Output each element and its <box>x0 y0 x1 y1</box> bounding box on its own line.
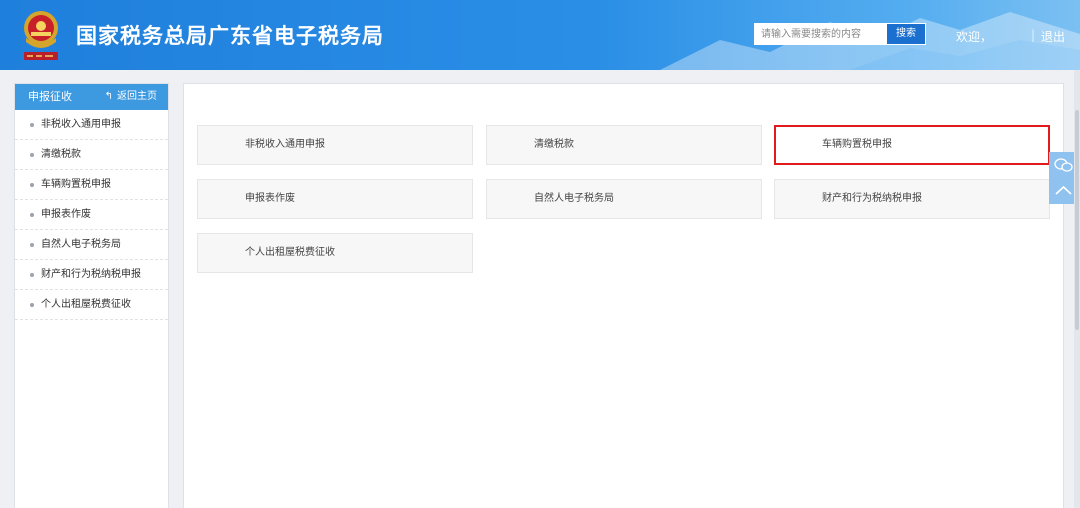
sidebar-item-vehicle-purchase-tax[interactable]: 车辆购置税申报 <box>15 170 168 200</box>
bullet-icon <box>30 243 34 247</box>
sidebar-item-individual-e-tax[interactable]: 自然人电子税务局 <box>15 230 168 260</box>
sidebar-item-non-tax-declaration[interactable]: 非税收入通用申报 <box>15 110 168 140</box>
card-void-declaration[interactable]: 申报表作废 <box>197 179 473 219</box>
search-input[interactable] <box>754 23 886 45</box>
scrollbar-thumb[interactable] <box>1075 110 1079 330</box>
card-vehicle-purchase-tax[interactable]: 车辆购置税申报 <box>774 125 1050 165</box>
card-rental-house-tax[interactable]: 个人出租屋税费征收 <box>197 233 473 273</box>
back-home-label: 返回主页 <box>117 91 157 102</box>
sidebar-item-rental-house-tax[interactable]: 个人出租屋税费征收 <box>15 290 168 320</box>
site-title: 国家税务总局广东省电子税务局 <box>76 24 384 48</box>
logout-link[interactable]: 退出 <box>1041 28 1065 45</box>
back-arrow-icon: ↰ <box>104 91 113 102</box>
bullet-icon <box>30 183 34 187</box>
sidebar-item-label: 申报表作废 <box>41 209 91 220</box>
main-panel: 非税收入通用申报 清缴税款 车辆购置税申报 申报表作废 自然人电子税务局 财产和… <box>183 83 1064 508</box>
tax-emblem-logo <box>24 11 58 60</box>
card-tax-payment[interactable]: 清缴税款 <box>486 125 762 165</box>
sidebar-heading: 申报征收 <box>28 90 72 103</box>
bullet-icon <box>30 273 34 277</box>
sidebar-item-label: 自然人电子税务局 <box>41 239 121 250</box>
sidebar-header: 申报征收 ↰ 返回主页 <box>15 84 168 110</box>
header-bar: 国家税务总局广东省电子税务局 搜索 欢迎， | 退出 <box>0 0 1080 70</box>
sidebar-item-tax-payment[interactable]: 清缴税款 <box>15 140 168 170</box>
bullet-icon <box>30 153 34 157</box>
back-home-link[interactable]: ↰ 返回主页 <box>105 84 157 110</box>
sidebar-item-label: 清缴税款 <box>41 149 81 160</box>
header-separator: | <box>1031 28 1036 42</box>
sidebar-item-label: 个人出租屋税费征收 <box>41 299 131 310</box>
sidebar-item-label: 财产和行为税纳税申报 <box>41 269 141 280</box>
sidebar: 申报征收 ↰ 返回主页 非税收入通用申报 清缴税款 车辆购置税申报 申报表作废 自… <box>14 83 169 508</box>
card-individual-e-tax[interactable]: 自然人电子税务局 <box>486 179 762 219</box>
bullet-icon <box>30 123 34 127</box>
sidebar-item-label: 车辆购置税申报 <box>41 179 111 190</box>
sidebar-item-label: 非税收入通用申报 <box>41 119 121 130</box>
sidebar-item-property-behavior-tax[interactable]: 财产和行为税纳税申报 <box>15 260 168 290</box>
card-non-tax-declaration[interactable]: 非税收入通用申报 <box>197 125 473 165</box>
card-property-behavior-tax[interactable]: 财产和行为税纳税申报 <box>774 179 1050 219</box>
sidebar-item-void-declaration[interactable]: 申报表作废 <box>15 200 168 230</box>
bullet-icon <box>30 303 34 307</box>
search-button[interactable]: 搜索 <box>886 23 926 45</box>
welcome-text: 欢迎， <box>956 30 993 44</box>
bullet-icon <box>30 213 34 217</box>
